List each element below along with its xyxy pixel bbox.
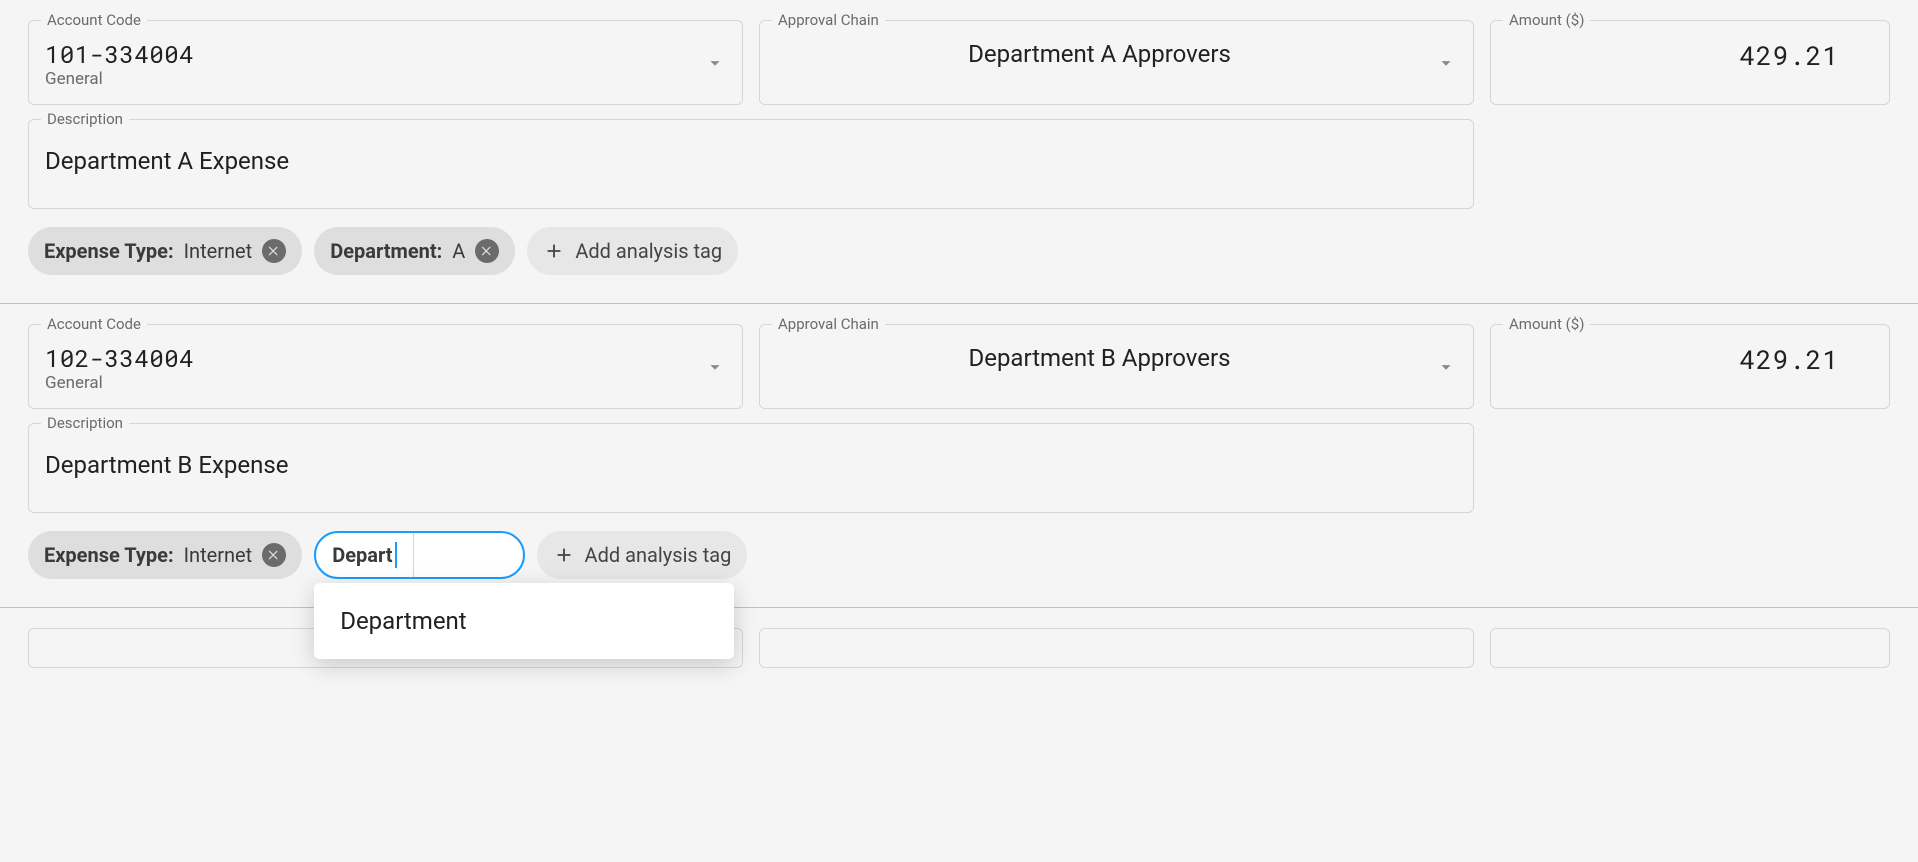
expense-line-2: Account Code 102-334004 General Approval… xyxy=(0,304,1918,608)
approval-chain-value: Department A Approvers xyxy=(968,39,1231,69)
tag-chip[interactable]: Expense Type: Internet xyxy=(28,531,302,579)
account-code-value: 101-334004 xyxy=(45,39,692,69)
tag-chip-value: Internet xyxy=(184,543,253,567)
description-label: Description xyxy=(41,110,129,128)
description-label: Description xyxy=(41,414,129,432)
add-analysis-tag-button[interactable]: Add analysis tag xyxy=(527,227,738,275)
amount-field[interactable] xyxy=(1490,628,1890,668)
approval-chain-select[interactable] xyxy=(759,628,1474,668)
tag-chip-editing[interactable]: Depart xyxy=(314,531,524,579)
tag-chip-value: A xyxy=(452,239,465,263)
chevron-down-icon xyxy=(1435,356,1457,378)
close-icon[interactable] xyxy=(475,239,499,263)
amount-label: Amount ($) xyxy=(1503,315,1590,333)
analysis-tags: Expense Type: Internet Depart Department… xyxy=(28,531,1890,579)
chevron-down-icon xyxy=(704,356,726,378)
tag-chip-label: Department: xyxy=(330,239,442,263)
account-code-subtype: General xyxy=(45,69,692,90)
description-value: Department B Expense xyxy=(45,450,1457,480)
autocomplete-item[interactable]: Department xyxy=(314,591,734,651)
autocomplete-popup: Department xyxy=(314,583,734,659)
account-code-select[interactable]: Account Code 102-334004 General xyxy=(28,324,743,409)
plus-icon xyxy=(553,544,575,566)
tag-chip-editing-text: Depart xyxy=(332,542,396,568)
account-code-label: Account Code xyxy=(41,315,147,333)
description-value: Department A Expense xyxy=(45,146,1457,176)
tag-chip-label: Expense Type: xyxy=(44,543,174,567)
approval-chain-value: Department B Approvers xyxy=(968,343,1230,373)
account-code-select[interactable]: Account Code 101-334004 General xyxy=(28,20,743,105)
chevron-down-icon xyxy=(1435,52,1457,74)
add-analysis-tag-button[interactable]: Add analysis tag xyxy=(537,531,748,579)
tag-chip[interactable]: Expense Type: Internet xyxy=(28,227,302,275)
description-field[interactable]: Description Department A Expense xyxy=(28,119,1474,209)
tag-chip-value: Internet xyxy=(184,239,253,263)
tag-chip-input[interactable] xyxy=(413,533,523,577)
tag-chip-label: Expense Type: xyxy=(44,239,174,263)
add-analysis-tag-label: Add analysis tag xyxy=(575,239,722,263)
account-code-subtype: General xyxy=(45,373,692,394)
amount-value: 429.21 xyxy=(1507,39,1839,73)
amount-field[interactable]: Amount ($) 429.21 xyxy=(1490,324,1890,409)
amount-label: Amount ($) xyxy=(1503,11,1590,29)
amount-field[interactable]: Amount ($) 429.21 xyxy=(1490,20,1890,105)
chevron-down-icon xyxy=(704,52,726,74)
approval-chain-select[interactable]: Approval Chain Department B Approvers xyxy=(759,324,1474,409)
tag-chip[interactable]: Department: A xyxy=(314,227,515,275)
close-icon[interactable] xyxy=(262,543,286,567)
add-analysis-tag-label: Add analysis tag xyxy=(585,543,732,567)
close-icon[interactable] xyxy=(262,239,286,263)
account-code-value: 102-334004 xyxy=(45,343,692,373)
approval-chain-select[interactable]: Approval Chain Department A Approvers xyxy=(759,20,1474,105)
approval-chain-label: Approval Chain xyxy=(772,315,885,333)
analysis-tags: Expense Type: Internet Department: A Add… xyxy=(28,227,1890,275)
approval-chain-label: Approval Chain xyxy=(772,11,885,29)
expense-line-1: Account Code 101-334004 General Approval… xyxy=(0,0,1918,304)
description-field[interactable]: Description Department B Expense xyxy=(28,423,1474,513)
expense-line-3 xyxy=(0,608,1918,668)
amount-value: 429.21 xyxy=(1507,343,1839,377)
account-code-label: Account Code xyxy=(41,11,147,29)
plus-icon xyxy=(543,240,565,262)
